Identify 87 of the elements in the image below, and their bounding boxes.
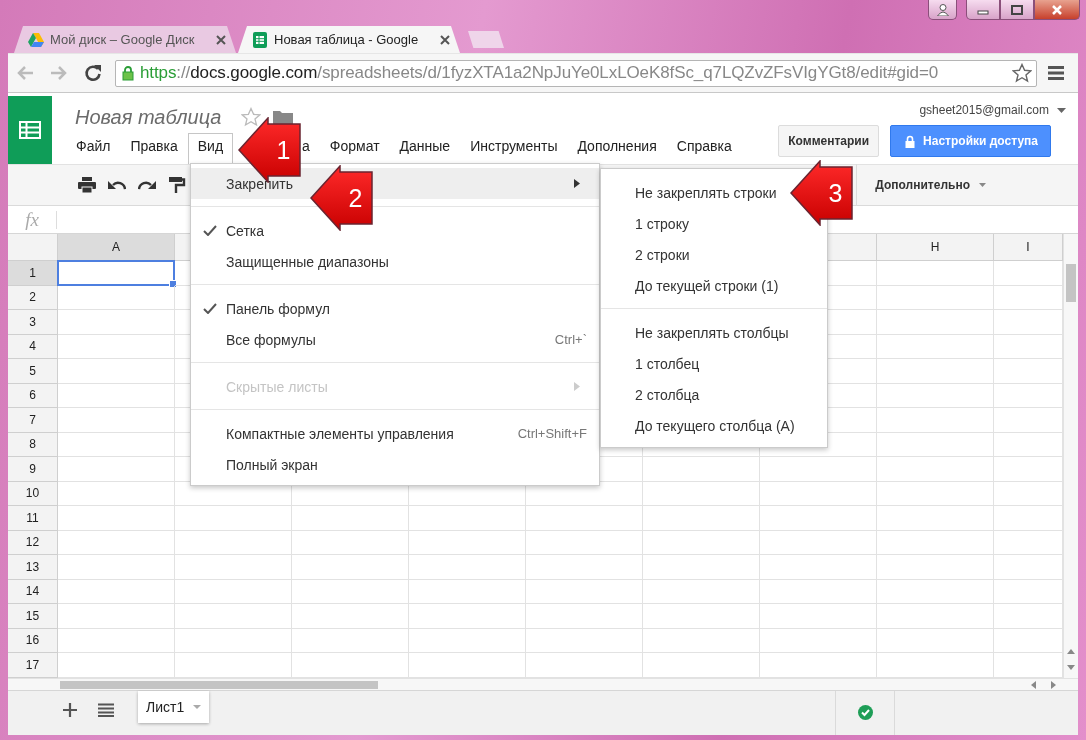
menu-item[interactable]: 2 строки	[601, 239, 690, 270]
star-icon[interactable]	[241, 107, 262, 127]
menu-item[interactable]: Защищенные диапазоны	[191, 246, 599, 277]
row-header[interactable]: 12	[8, 530, 58, 555]
menu-item[interactable]: а	[301, 133, 320, 164]
menu-item[interactable]: До текущей строки (1)	[601, 270, 779, 301]
user-button[interactable]	[928, 0, 957, 20]
close-button[interactable]	[1034, 0, 1080, 20]
column-header[interactable]: A	[58, 234, 175, 261]
paint-roller-icon[interactable]	[168, 176, 186, 194]
row-header[interactable]: 11	[8, 506, 58, 531]
menu-item[interactable]: Все формулы Ctrl+`	[191, 324, 599, 355]
row-header[interactable]: 6	[8, 383, 58, 408]
callout-arrow: 2	[310, 165, 373, 231]
column-header[interactable]: H	[877, 234, 994, 261]
menu-item[interactable]: Вид	[187, 133, 234, 164]
scroll-up-icon[interactable]	[1067, 648, 1075, 654]
menu-item[interactable]: 1 строку	[601, 208, 689, 239]
minimize-button[interactable]	[966, 0, 1000, 20]
menu-item[interactable]: Данные	[389, 133, 461, 164]
formula-label: fx	[24, 208, 40, 231]
menu-item[interactable]: 2 столбца	[601, 379, 700, 410]
menu-item[interactable]: Компактные элементы управления Ctrl+Shift+F	[191, 418, 599, 449]
scrollbar-thumb[interactable]	[60, 680, 378, 689]
menu-item[interactable]: Не закреплять столбцы	[601, 317, 789, 348]
lock-icon	[122, 65, 134, 81]
row-header[interactable]: 3	[8, 310, 58, 335]
saved-check-icon	[857, 705, 873, 720]
scroll-down-icon[interactable]	[1067, 664, 1075, 670]
callout-arrow: 3	[790, 160, 853, 226]
menu-item[interactable]: Файл	[66, 133, 121, 164]
row-header[interactable]: 17	[8, 653, 58, 678]
menu-item[interactable]: Формат	[319, 133, 390, 164]
menu-icon[interactable]	[1047, 65, 1065, 81]
menu-item[interactable]: 1 столбец	[601, 348, 700, 379]
scroll-right-icon[interactable]	[1051, 680, 1056, 689]
lock-icon	[905, 134, 916, 148]
row-header[interactable]: 7	[8, 408, 58, 433]
close-icon[interactable]	[216, 34, 226, 45]
sheet-tab[interactable]: Лист1	[138, 690, 210, 723]
reload-icon[interactable]	[84, 64, 102, 82]
caret-icon	[193, 704, 202, 709]
menu-item[interactable]: Инструменты	[460, 133, 568, 164]
column-header[interactable]: I	[994, 234, 1063, 261]
undo-icon[interactable]	[108, 178, 126, 192]
row-header[interactable]: 15	[8, 604, 58, 629]
row-header[interactable]: 2	[8, 285, 58, 310]
caret-icon	[979, 183, 986, 187]
comments-button[interactable]: Комментарии	[778, 125, 880, 157]
scrollbar-thumb[interactable]	[1066, 264, 1076, 302]
row-header[interactable]: 9	[8, 457, 58, 482]
menu-item[interactable]: Не закреплять строки	[601, 177, 777, 208]
print-icon[interactable]	[78, 177, 96, 193]
cell-cursor[interactable]	[57, 260, 175, 286]
menu-item[interactable]: Полный экран	[191, 449, 599, 480]
maximize-icon	[1011, 4, 1023, 15]
scroll-left-icon[interactable]	[1031, 680, 1036, 689]
drive-icon	[28, 31, 44, 48]
browser-tab[interactable]: Мой диск – Google Диск	[14, 26, 236, 53]
menu-item[interactable]: Дополнения	[567, 133, 667, 164]
close-icon[interactable]	[440, 34, 450, 45]
menu-item[interactable]: Справка	[666, 133, 742, 164]
row-header[interactable]: 5	[8, 359, 58, 384]
menu-item[interactable]: Правка	[120, 133, 188, 164]
account-email[interactable]: gsheet2015@gmail.com	[919, 102, 1049, 118]
document-title[interactable]: Новая таблица	[75, 105, 222, 129]
menu-item[interactable]: До текущего столбца (А)	[601, 410, 795, 441]
maximize-button[interactable]	[1000, 0, 1034, 20]
row-header[interactable]: 4	[8, 334, 58, 359]
spreadsheet-icon	[252, 31, 268, 48]
menu-item[interactable]: Панель формул	[191, 293, 599, 324]
row-header[interactable]: 14	[8, 579, 58, 604]
row-header[interactable]: 1	[8, 261, 58, 286]
row-header[interactable]: 10	[8, 481, 58, 506]
row-header[interactable]: 13	[8, 555, 58, 580]
close-icon	[1051, 4, 1063, 15]
browser-tab[interactable]: Новая таблица - Google	[238, 26, 460, 53]
row-header[interactable]: 8	[8, 432, 58, 457]
plus-icon[interactable]	[63, 702, 77, 717]
user-icon	[936, 3, 949, 16]
more-menu[interactable]: Дополнительно	[869, 178, 992, 192]
url-text: https://docs.google.com/spreadsheets/d/1fyzXTA1a2NpJuYe0LxLOeK8fSc_q7LQZvZFsVIgYGt8/edit#gid=0	[140, 63, 940, 83]
list-icon[interactable]	[98, 702, 114, 717]
address-field[interactable]: https://docs.google.com/spreadsheets/d/1fyzXTA1a2NpJuYe0LxLOeK8fSc_q7LQZvZFsVIgYGt8/edit#gid=0	[115, 59, 1037, 87]
star-icon[interactable]	[1012, 63, 1032, 83]
caret-icon[interactable]	[1057, 107, 1066, 113]
row-header[interactable]: 16	[8, 628, 58, 653]
